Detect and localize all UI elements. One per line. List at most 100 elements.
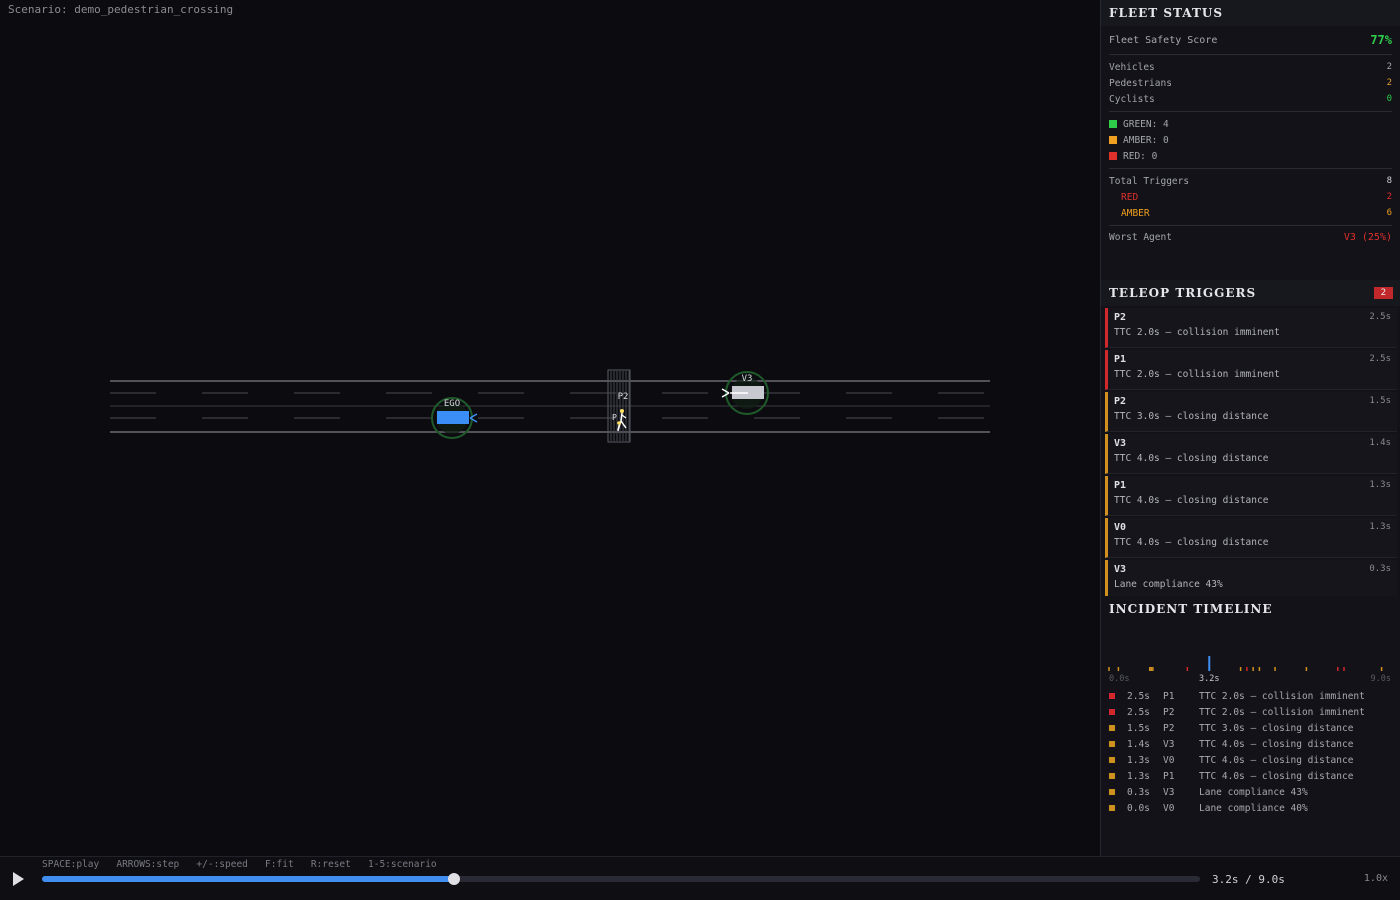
incident-description: Lane compliance 43% — [1199, 786, 1308, 798]
simulation-viewport[interactable]: Scenario: demo_pedestrian_crossing EGO V… — [0, 0, 1100, 856]
agent-counts: Vehicles 2 Pedestrians 2 Cyclists 0 — [1101, 55, 1400, 111]
red-triggers-row: RED 2 — [1101, 189, 1400, 205]
count-label: Pedestrians — [1109, 77, 1172, 89]
legend-swatch — [1109, 120, 1117, 128]
incident-row[interactable]: 0.0s V0 Lane compliance 40% — [1101, 800, 1400, 816]
sidebar: FLEET STATUS Fleet Safety Score 77% Vehi… — [1100, 0, 1400, 856]
incident-time: 1.3s — [1127, 754, 1150, 766]
incident-level-marker — [1109, 741, 1115, 747]
trigger-description: TTC 2.0s — collision imminent — [1114, 327, 1280, 338]
trigger-agent: V3 — [1114, 564, 1127, 575]
play-icon[interactable] — [10, 871, 26, 887]
trigger-time: 0.3s — [1369, 564, 1391, 574]
playback-speed[interactable]: 1.0x — [1364, 873, 1388, 884]
timeline-end-label: 9.0s — [1371, 674, 1391, 684]
fleet-status-title: FLEET STATUS — [1109, 6, 1224, 20]
agent-p1[interactable]: P — [612, 413, 621, 432]
total-triggers-label: Total Triggers — [1109, 175, 1190, 187]
incident-time: 2.5s — [1127, 690, 1150, 702]
keyboard-shortcuts-hint: SPACE:play ARROWS:step +/-:speed F:fit R… — [42, 859, 437, 870]
score-label: Fleet Safety Score — [1109, 34, 1218, 46]
trigger-list[interactable]: P2 2.5s TTC 2.0s — collision imminent P1 2.5… — [1101, 306, 1400, 596]
trigger-card[interactable]: P1 1.3s TTC 4.0s — closing distance — [1105, 476, 1397, 516]
count-value: 2 — [1386, 78, 1392, 88]
count-value: 2 — [1386, 62, 1392, 72]
agent-label-p2: P2 — [618, 392, 629, 402]
incident-time: 0.0s — [1127, 802, 1150, 814]
teleop-count-badge: 2 — [1373, 287, 1393, 299]
legend-swatch — [1109, 152, 1117, 160]
time-readout: 3.2s / 9.0s — [1212, 873, 1285, 886]
timeline-scrubber[interactable] — [42, 873, 1200, 885]
trigger-card[interactable]: P2 2.5s TTC 2.0s — collision imminent — [1105, 308, 1397, 348]
red-triggers-value: 2 — [1386, 192, 1392, 202]
count-row: Cyclists 0 — [1101, 91, 1400, 107]
amber-triggers-label: AMBER — [1121, 207, 1150, 219]
incident-agent: P2 — [1163, 706, 1175, 718]
ego-vehicle-body — [437, 411, 469, 424]
trigger-description: TTC 3.0s — closing distance — [1114, 411, 1269, 422]
legend-swatch — [1109, 136, 1117, 144]
total-triggers-value: 8 — [1386, 176, 1392, 186]
incident-agent: V0 — [1163, 754, 1175, 766]
timeline-title: INCIDENT TIMELINE — [1109, 602, 1273, 616]
count-value: 0 — [1386, 94, 1392, 104]
trigger-card[interactable]: V3 1.4s TTC 4.0s — closing distance — [1105, 434, 1397, 474]
trigger-agent: P2 — [1114, 312, 1127, 323]
trigger-agent: V0 — [1114, 522, 1127, 533]
incident-level-marker — [1109, 805, 1115, 811]
incident-description: TTC 2.0s — collision imminent — [1199, 706, 1365, 718]
incident-level-marker — [1109, 725, 1115, 731]
worst-agent-value[interactable]: V3 (25%) — [1344, 232, 1392, 243]
incident-agent: V3 — [1163, 786, 1175, 798]
scrubber-handle[interactable] — [448, 873, 461, 885]
legend-item: GREEN: 4 — [1101, 116, 1400, 132]
timeline-current-label: 3.2s — [1199, 674, 1219, 684]
trigger-card[interactable]: V0 1.3s TTC 4.0s — closing distance — [1105, 518, 1397, 558]
teleop-header: TELEOP TRIGGERS 2 — [1101, 280, 1400, 306]
incident-agent: P2 — [1163, 722, 1175, 734]
red-triggers-label: RED — [1121, 191, 1139, 203]
amber-triggers-value: 6 — [1386, 208, 1392, 218]
count-label: Cyclists — [1109, 93, 1155, 105]
count-row: Pedestrians 2 — [1101, 75, 1400, 91]
incident-description: Lane compliance 40% — [1199, 802, 1308, 814]
timeline-track[interactable]: 0.0s 3.2s 9.0s — [1101, 630, 1400, 688]
incident-level-marker — [1109, 789, 1115, 795]
worst-agent-label: Worst Agent — [1109, 231, 1172, 243]
incident-time: 1.3s — [1127, 770, 1150, 782]
trigger-card[interactable]: P1 2.5s TTC 2.0s — collision imminent — [1105, 350, 1397, 390]
agent-v3[interactable]: V3 — [721, 371, 769, 415]
incident-row[interactable]: 1.3s P1 TTC 4.0s — closing distance — [1101, 768, 1400, 784]
trigger-agent: P1 — [1114, 480, 1127, 491]
trigger-agent: P2 — [1114, 396, 1127, 407]
count-row: Vehicles 2 — [1101, 59, 1400, 75]
trigger-card[interactable]: P2 1.5s TTC 3.0s — closing distance — [1105, 392, 1397, 432]
incident-description: TTC 4.0s — closing distance — [1199, 770, 1354, 782]
score-value: 77% — [1370, 33, 1392, 47]
trigger-description: TTC 4.0s — closing distance — [1114, 537, 1269, 548]
incident-time: 1.5s — [1127, 722, 1150, 734]
agent-label-ego: EGO — [444, 399, 460, 409]
incident-row[interactable]: 2.5s P1 TTC 2.0s — collision imminent — [1101, 688, 1400, 704]
trigger-time: 1.3s — [1369, 522, 1391, 532]
incident-row[interactable]: 0.3s V3 Lane compliance 43% — [1101, 784, 1400, 800]
incident-row[interactable]: 2.5s P2 TTC 2.0s — collision imminent — [1101, 704, 1400, 720]
legend-label: RED: 0 — [1123, 150, 1158, 162]
fleet-safety-score: Fleet Safety Score 77% — [1101, 26, 1400, 54]
incident-level-marker — [1109, 693, 1115, 699]
legend-item: RED: 0 — [1101, 148, 1400, 164]
trigger-card[interactable]: V3 0.3s Lane compliance 43% — [1105, 560, 1397, 596]
worst-agent-row: Worst Agent V3 (25%) — [1101, 226, 1400, 248]
scene-canvas[interactable]: EGO V3 P2 P — [0, 0, 1100, 856]
incident-row[interactable]: 1.4s V3 TTC 4.0s — closing distance — [1101, 736, 1400, 752]
scrubber-progress — [42, 876, 455, 882]
incident-description: TTC 3.0s — closing distance — [1199, 722, 1354, 734]
incident-agent: V0 — [1163, 802, 1175, 814]
incident-row[interactable]: 1.3s V0 TTC 4.0s — closing distance — [1101, 752, 1400, 768]
incident-time: 0.3s — [1127, 786, 1150, 798]
incident-agent: P1 — [1163, 690, 1175, 702]
timeline-header: INCIDENT TIMELINE — [1101, 596, 1400, 622]
legend-label: AMBER: 0 — [1123, 134, 1169, 146]
incident-row[interactable]: 1.5s P2 TTC 3.0s — closing distance — [1101, 720, 1400, 736]
